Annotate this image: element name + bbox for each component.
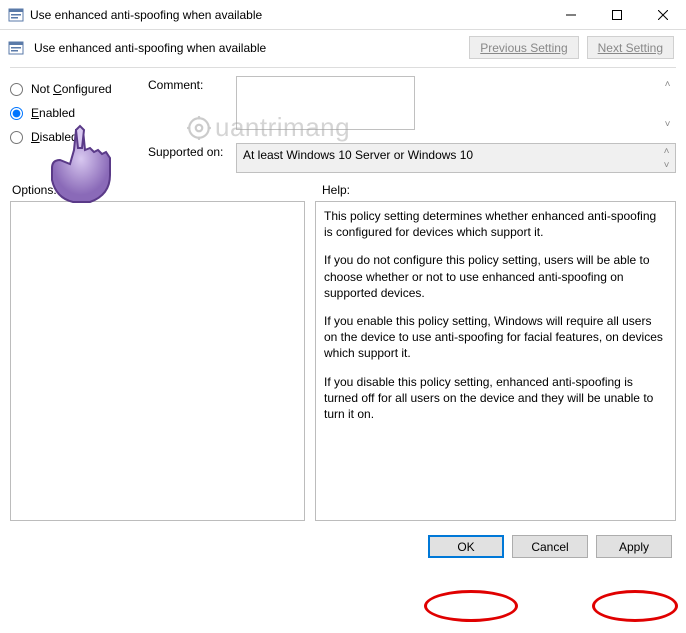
help-text: If you do not configure this policy sett… (324, 252, 667, 301)
help-label: Help: (322, 183, 350, 197)
scroll-up-icon: ˄ (659, 76, 676, 93)
divider (10, 67, 676, 68)
apply-button[interactable]: Apply (596, 535, 672, 558)
window-title: Use enhanced anti-spoofing when availabl… (30, 8, 262, 22)
scroll-down-icon: ˅ (659, 116, 676, 133)
comment-label: Comment: (148, 76, 228, 92)
titlebar: Use enhanced anti-spoofing when availabl… (0, 0, 686, 30)
scroll-up-icon: ˄ (658, 144, 675, 158)
minimize-button[interactable] (548, 0, 594, 30)
supported-label: Supported on: (148, 143, 228, 159)
help-text: This policy setting determines whether e… (324, 208, 667, 240)
supported-on-box: At least Windows 10 Server or Windows 10… (236, 143, 676, 173)
close-button[interactable] (640, 0, 686, 30)
comment-textarea[interactable] (236, 76, 415, 130)
footer: OK Cancel Apply (0, 521, 686, 568)
app-icon (8, 7, 24, 23)
supported-scrollbar[interactable]: ˄ ˅ (658, 144, 675, 172)
policy-icon (8, 40, 24, 56)
previous-setting-button[interactable]: Previous Setting (469, 36, 578, 59)
comment-scrollbar[interactable]: ˄ ˅ (659, 76, 676, 133)
maximize-button[interactable] (594, 0, 640, 30)
supported-on-text: At least Windows 10 Server or Windows 10 (243, 148, 473, 162)
radio-not-configured[interactable]: Not Configured (10, 82, 138, 96)
help-text: If you disable this policy setting, enha… (324, 374, 667, 423)
options-label: Options: (12, 183, 312, 197)
scroll-down-icon: ˅ (658, 158, 675, 172)
header: Use enhanced anti-spoofing when availabl… (0, 30, 686, 65)
cancel-button[interactable]: Cancel (512, 535, 588, 558)
annotation-oval-apply (592, 590, 678, 622)
header-title: Use enhanced anti-spoofing when availabl… (34, 41, 266, 55)
radio-not-configured-input[interactable] (10, 83, 23, 96)
help-text: If you enable this policy setting, Windo… (324, 313, 667, 362)
radio-enabled[interactable]: Enabled (10, 106, 138, 120)
annotation-oval-ok (424, 590, 518, 622)
radio-disabled[interactable]: Disabled (10, 130, 138, 144)
ok-button[interactable]: OK (428, 535, 504, 558)
help-panel: This policy setting determines whether e… (315, 201, 676, 521)
radio-enabled-input[interactable] (10, 107, 23, 120)
next-setting-button[interactable]: Next Setting (587, 36, 674, 59)
state-radio-group: Not Configured Enabled Disabled (10, 76, 138, 173)
radio-disabled-input[interactable] (10, 131, 23, 144)
options-panel (10, 201, 305, 521)
